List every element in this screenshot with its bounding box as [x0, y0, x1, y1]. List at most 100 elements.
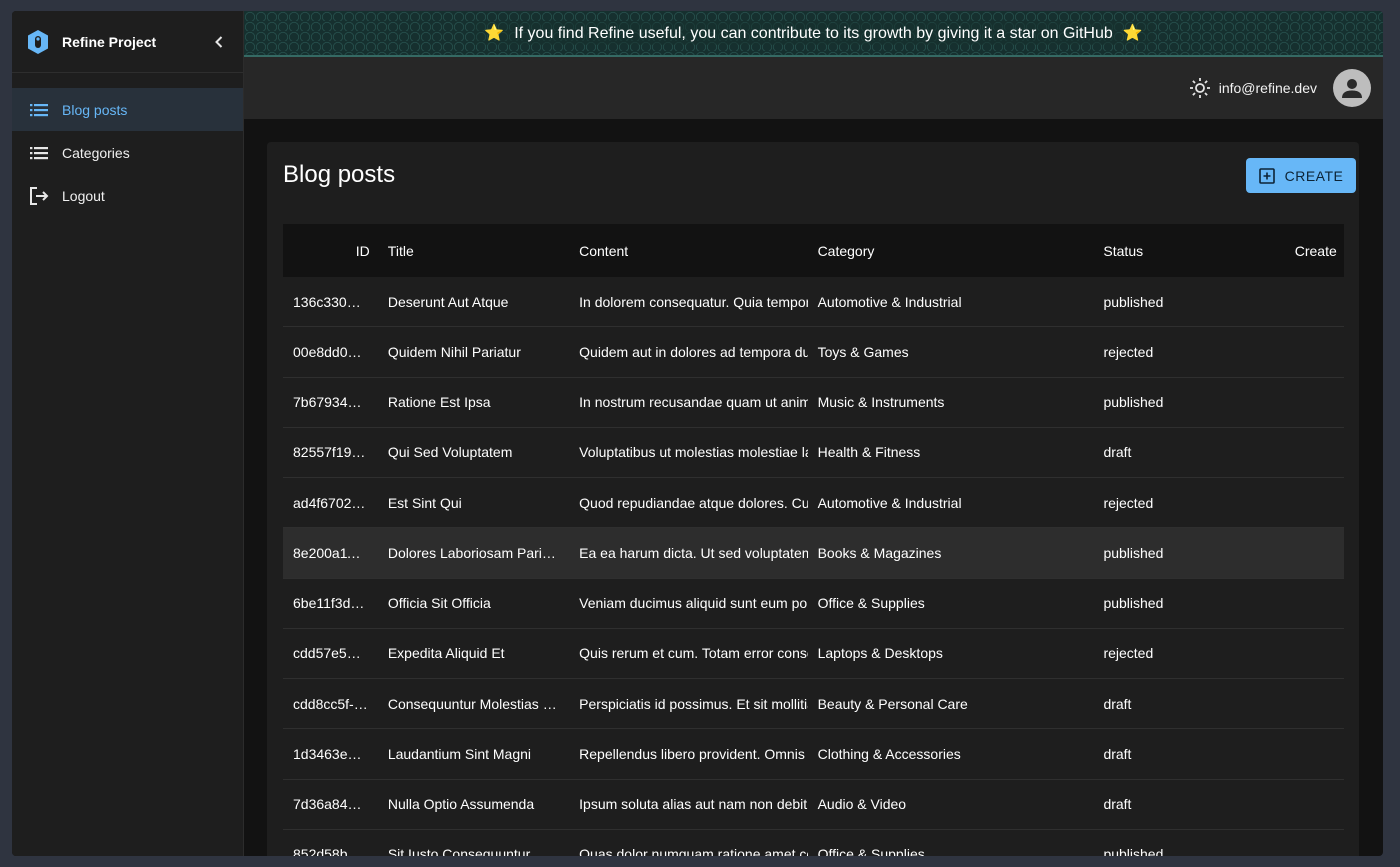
cell-title: Qui Sed Voluptatem	[387, 444, 513, 461]
cell-status: published	[1103, 544, 1164, 561]
user-email: info@refine.dev	[1218, 80, 1317, 96]
cell-category: Laptops & Desktops	[817, 645, 943, 662]
sidebar: Refine Project Blog posts Categories Log…	[12, 11, 244, 856]
cell-category: Clothing & Accessories	[817, 745, 961, 762]
star-icon: ⭐	[1122, 25, 1143, 42]
cell-content: In nostrum recusandae quam ut animi	[579, 394, 808, 411]
cell-id: 7d36a846…	[293, 796, 370, 813]
app-window: Refine Project Blog posts Categories Log…	[12, 11, 1383, 856]
cell-status: draft	[1103, 745, 1132, 762]
cell-content: Ipsum soluta alias aut nam non debitis	[579, 796, 808, 813]
cell-id: 8e200a11…	[293, 544, 369, 561]
list-icon	[29, 100, 49, 120]
list-card: Blog posts CREATE ID Title Content Categ…	[267, 142, 1359, 856]
sun-icon[interactable]	[1189, 77, 1211, 99]
create-button[interactable]: CREATE	[1246, 158, 1356, 193]
cell-status: published	[1103, 293, 1164, 310]
table-row[interactable]: 7d36a846… Nulla Optio Assumenda Ipsum so…	[283, 780, 1344, 830]
sidebar-item-categories[interactable]: Categories	[12, 131, 243, 174]
avatar[interactable]	[1333, 69, 1371, 107]
table-row[interactable]: 6be11f3d-… Officia Sit Officia Veniam du…	[283, 579, 1344, 629]
add-box-icon	[1258, 167, 1275, 184]
cell-title: Laudantium Sint Magni	[387, 745, 532, 762]
cell-title: Deserunt Aut Atque	[387, 293, 509, 310]
cell-content: Voluptatibus ut molestias molestiae la	[579, 444, 808, 461]
posts-data-grid: ID Title Content Category Status Create …	[283, 224, 1344, 856]
cell-status: published	[1103, 394, 1164, 411]
cell-category: Automotive & Industrial	[817, 293, 962, 310]
sidebar-item-label: Logout	[62, 187, 105, 204]
cell-category: Automotive & Industrial	[817, 494, 962, 511]
cell-title: Ratione Est Ipsa	[387, 394, 491, 411]
cell-content: Quod repudiandae atque dolores. Cup	[579, 494, 808, 511]
cell-status: rejected	[1103, 494, 1154, 511]
column-header-content[interactable]: Content	[569, 243, 807, 259]
table-row[interactable]: ad4f6702-… Est Sint Qui Quod repudiandae…	[283, 478, 1344, 529]
logout-icon	[29, 186, 49, 206]
github-star-banner[interactable]: ⭐ If you find Refine useful, you can cont…	[244, 11, 1383, 57]
cell-category: Beauty & Personal Care	[817, 695, 968, 712]
chevron-left-icon	[215, 35, 223, 48]
table-row[interactable]: 7b679342… Ratione Est Ipsa In nostrum re…	[283, 378, 1344, 428]
cell-status: published	[1103, 595, 1164, 612]
cell-status: draft	[1103, 695, 1132, 712]
sidebar-nav: Blog posts Categories Logout	[12, 88, 243, 217]
cell-id: 00e8dd0e…	[293, 343, 370, 360]
table-row[interactable]: 852d58b9… Sit Iusto Consequuntur Quas do…	[283, 830, 1344, 856]
cell-category: Toys & Games	[817, 343, 909, 360]
cell-status: published	[1103, 846, 1164, 856]
create-button-label: CREATE	[1284, 167, 1344, 184]
cell-category: Audio & Video	[817, 796, 907, 813]
cell-status: draft	[1103, 444, 1132, 461]
cell-id: 852d58b9…	[293, 846, 370, 856]
sidebar-item-blog-posts[interactable]: Blog posts	[12, 88, 243, 131]
collapse-sidebar-button[interactable]	[209, 32, 229, 52]
cell-category: Books & Magazines	[817, 544, 942, 561]
cell-id: 7b679342…	[293, 394, 370, 411]
column-header-id[interactable]: ID	[283, 243, 378, 259]
cell-content: Repellendus libero provident. Omnis li	[579, 745, 808, 762]
cell-status: draft	[1103, 796, 1132, 813]
table-row[interactable]: 136c330b… Deserunt Aut Atque In dolorem …	[283, 277, 1344, 328]
cell-id: 6be11f3d-…	[293, 595, 370, 612]
table-row[interactable]: cdd8cc5f-… Consequuntur Molestias … Pers…	[283, 679, 1344, 730]
person-icon	[1342, 79, 1362, 98]
table-row[interactable]: 82557f19-… Qui Sed Voluptatem Voluptatib…	[283, 428, 1344, 478]
cell-category: Music & Instruments	[817, 394, 945, 411]
cell-content: Perspiciatis id possimus. Et sit molliti…	[579, 695, 808, 712]
cell-content: In dolorem consequatur. Quia tempore	[579, 293, 808, 310]
cell-id: 136c330b…	[293, 293, 369, 310]
column-header-category[interactable]: Category	[808, 243, 1094, 259]
cell-category: Office & Supplies	[817, 846, 925, 856]
sidebar-item-label: Categories	[62, 144, 130, 161]
table-header-row: ID Title Content Category Status Create	[283, 224, 1344, 277]
cell-title: Est Sint Qui	[387, 494, 462, 511]
banner-text: If you find Refine useful, you can contr…	[510, 23, 1117, 44]
table-row[interactable]: 1d3463e0… Laudantium Sint Magni Repellen…	[283, 729, 1344, 780]
cell-id: cdd8cc5f-…	[293, 695, 368, 712]
star-icon: ⭐	[484, 25, 505, 42]
table-row[interactable]: cdd57e52… Expedita Aliquid Et Quis rerum…	[283, 629, 1344, 679]
refine-logo-icon	[28, 29, 48, 54]
table-row[interactable]: 8e200a11… Dolores Laboriosam Paria… Ea e…	[283, 528, 1344, 579]
cell-status: rejected	[1103, 343, 1154, 360]
cell-title: Dolores Laboriosam Paria…	[387, 544, 564, 561]
cell-content: Veniam ducimus aliquid sunt eum porr	[579, 595, 808, 612]
column-header-status[interactable]: Status	[1093, 243, 1284, 259]
list-icon	[29, 143, 49, 163]
cell-status: rejected	[1103, 645, 1154, 662]
table-row[interactable]: 00e8dd0e… Quidem Nihil Pariatur Quidem a…	[283, 327, 1344, 378]
sidebar-item-logout[interactable]: Logout	[12, 174, 243, 217]
cell-content: Quis rerum et cum. Totam error conse	[579, 645, 808, 662]
cell-category: Office & Supplies	[817, 595, 925, 612]
sidebar-header: Refine Project	[12, 11, 243, 73]
cell-title: Sit Iusto Consequuntur	[387, 846, 531, 856]
top-app-bar: info@refine.dev	[244, 57, 1383, 119]
cell-id: cdd57e52…	[293, 645, 369, 662]
column-header-created[interactable]: Create	[1285, 243, 1344, 259]
column-header-title[interactable]: Title	[378, 243, 569, 259]
page-title: Blog posts	[283, 161, 396, 188]
brand-name: Refine Project	[62, 33, 157, 50]
cell-content: Quidem aut in dolores ad tempora duc	[579, 343, 808, 360]
cell-category: Health & Fitness	[817, 444, 921, 461]
